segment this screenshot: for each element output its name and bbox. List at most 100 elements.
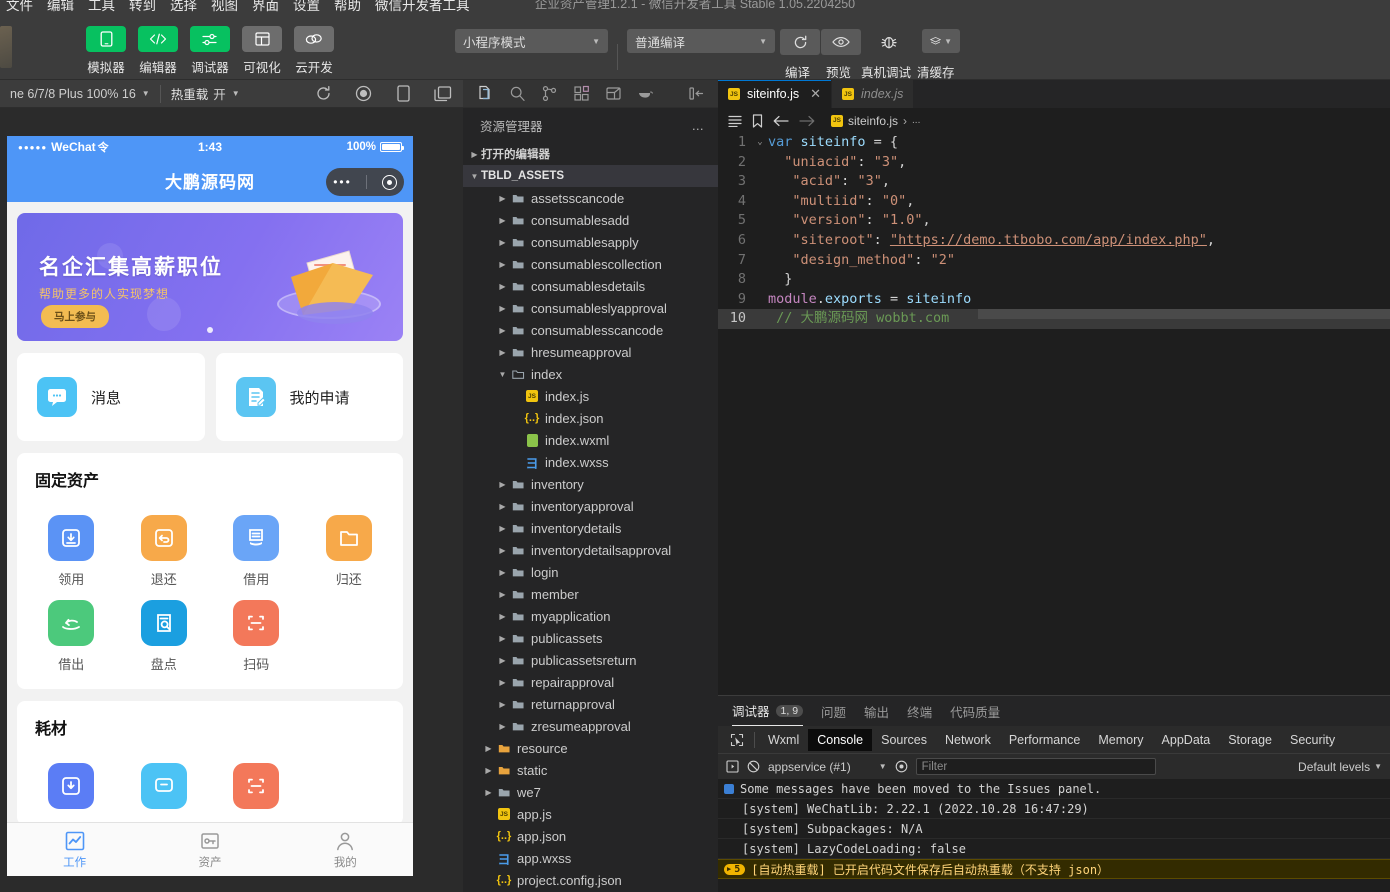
chevron-right-icon[interactable]: ▶ xyxy=(496,480,509,489)
chevron-right-icon[interactable]: ▶ xyxy=(496,260,509,269)
clear-cache-button[interactable]: ▼ xyxy=(922,29,960,53)
console-settings-icon[interactable] xyxy=(895,760,908,773)
devtools-tab-performance[interactable]: Performance xyxy=(1000,729,1090,751)
grid-item-consumable-3[interactable] xyxy=(210,763,303,809)
mode-visual[interactable]: 可视化 xyxy=(236,26,288,76)
fold-toggle-icon[interactable] xyxy=(752,309,768,329)
hot-reload-select[interactable]: 热重载 开 ▼ xyxy=(161,80,250,108)
devtools-tab-wxml[interactable]: Wxml xyxy=(759,729,808,751)
tree-item[interactable]: ▶myapplication xyxy=(463,605,718,627)
tree-item[interactable]: ▶assetsscancode xyxy=(463,187,718,209)
breadcrumb-file[interactable]: siteinfo.js xyxy=(848,114,898,128)
code-line[interactable]: 6 "siteroot": "https://demo.ttbobo.com/a… xyxy=(718,231,1390,251)
chevron-right-icon[interactable]: ▶ xyxy=(496,216,509,225)
tree-item[interactable]: ▶resource xyxy=(463,737,718,759)
grid-item-tuihuan[interactable]: 退还 xyxy=(118,515,211,588)
grid-item-guihuan[interactable]: 归还 xyxy=(303,515,396,588)
devtools-tab-memory[interactable]: Memory xyxy=(1089,729,1152,751)
devtools-tab-console[interactable]: Console xyxy=(808,729,872,751)
tree-item[interactable]: index.wxml xyxy=(463,429,718,451)
code-line[interactable]: 3 "acid": "3", xyxy=(718,172,1390,192)
panel-tab-codequality[interactable]: 代码质量 xyxy=(950,696,1000,726)
devtools-tab-network[interactable]: Network xyxy=(936,729,1000,751)
fold-toggle-icon[interactable]: ⌄ xyxy=(752,133,768,153)
tree-item[interactable]: ▶inventorydetailsapproval xyxy=(463,539,718,561)
panel-tab-terminal[interactable]: 终端 xyxy=(907,696,932,726)
tree-item[interactable]: ▶consumablesdetails xyxy=(463,275,718,297)
tree-item[interactable]: ▶inventory xyxy=(463,473,718,495)
panel-tab-output[interactable]: 输出 xyxy=(864,696,889,726)
grid-item-pandian[interactable]: 盘点 xyxy=(118,600,211,673)
code-editor[interactable]: 1⌄var siteinfo = {2 "uniacid": "3",3 "ac… xyxy=(718,133,1390,695)
tree-item[interactable]: ▶we7 xyxy=(463,781,718,803)
grid-item-consumable-1[interactable] xyxy=(25,763,118,809)
files-icon[interactable] xyxy=(469,80,501,108)
code-line[interactable]: 8 } xyxy=(718,270,1390,290)
tree-item[interactable]: ▶login xyxy=(463,561,718,583)
fold-toggle-icon[interactable] xyxy=(752,172,768,192)
outline-icon[interactable] xyxy=(728,115,742,127)
mode-simulator[interactable]: 模拟器 xyxy=(80,26,132,76)
more-icon[interactable]: ••• xyxy=(333,175,352,189)
console-levels-select[interactable]: Default levels ▼ xyxy=(1298,760,1382,774)
sim-window-button[interactable] xyxy=(423,86,463,102)
mode-debugger[interactable]: 调试器 xyxy=(184,26,236,76)
chevron-right-icon[interactable]: ▶ xyxy=(496,348,509,357)
chevron-right-icon[interactable]: ▶ xyxy=(496,502,509,511)
chevron-right-icon[interactable]: ▶ xyxy=(482,744,495,753)
code-line[interactable]: 5 "version": "1.0", xyxy=(718,211,1390,231)
wechat-capsule[interactable]: ••• xyxy=(326,168,404,196)
console-scrollbar[interactable] xyxy=(1380,696,1390,892)
debug-icon[interactable] xyxy=(597,80,629,108)
tree-item[interactable]: ▶consumableslyapproval xyxy=(463,297,718,319)
chevron-right-icon[interactable]: ▶ xyxy=(496,326,509,335)
chevron-right-icon[interactable]: ▶ xyxy=(496,612,509,621)
user-avatar[interactable] xyxy=(0,26,12,68)
grid-item-lingyong[interactable]: 领用 xyxy=(25,515,118,588)
chevron-right-icon[interactable]: ▶ xyxy=(496,568,509,577)
collapse-sidebar-icon[interactable] xyxy=(680,80,712,108)
compile-button[interactable] xyxy=(780,29,820,55)
tree-item[interactable]: JSapp.js xyxy=(463,803,718,825)
tree-item[interactable]: {..}project.config.json xyxy=(463,869,718,891)
tree-item[interactable]: ▶zresumeapproval xyxy=(463,715,718,737)
inspect-element-icon[interactable] xyxy=(724,733,750,747)
breadcrumb-rest[interactable]: ... xyxy=(912,115,920,126)
editor-tab-index[interactable]: JS index.js xyxy=(832,80,914,108)
chevron-right-icon[interactable]: ▶ xyxy=(496,722,509,731)
code-line[interactable]: 2 "uniacid": "3", xyxy=(718,153,1390,173)
docker-icon[interactable] xyxy=(629,80,661,108)
tree-item[interactable]: ▶consumablesscancode xyxy=(463,319,718,341)
chevron-right-icon[interactable]: ▶ xyxy=(496,678,509,687)
real-device-debug-button[interactable] xyxy=(869,29,909,55)
tree-item[interactable]: ▶publicassets xyxy=(463,627,718,649)
close-icon[interactable]: ✕ xyxy=(810,86,821,102)
banner-indicator[interactable] xyxy=(207,327,213,333)
promo-banner[interactable]: 名企汇集高薪职位 帮助更多的人实现梦想 马上参与 xyxy=(17,213,403,341)
tree-item[interactable]: ▶repairapproval xyxy=(463,671,718,693)
tree-item[interactable]: ▼index xyxy=(463,363,718,385)
warning-badge[interactable]: ▶5 xyxy=(724,864,745,875)
clear-console-icon[interactable] xyxy=(747,760,760,773)
chevron-right-icon[interactable]: ▶ xyxy=(496,238,509,247)
console-filter-input[interactable]: Filter xyxy=(916,758,1156,775)
tree-item[interactable]: {..}app.json xyxy=(463,825,718,847)
mode-cloud[interactable]: 云开发 xyxy=(288,26,340,76)
chevron-right-icon[interactable]: ▶ xyxy=(496,282,509,291)
chevron-right-icon[interactable]: ▶ xyxy=(496,304,509,313)
chevron-right-icon[interactable]: ▶ xyxy=(496,546,509,555)
code-line[interactable]: 9module.exports = siteinfo xyxy=(718,290,1390,310)
devtools-tab-security[interactable]: Security xyxy=(1281,729,1344,751)
extensions-icon[interactable] xyxy=(565,80,597,108)
card-my-application[interactable]: 我的申请 xyxy=(216,353,404,441)
fold-toggle-icon[interactable] xyxy=(752,153,768,173)
preview-button[interactable] xyxy=(821,29,861,55)
grid-item-jieyong[interactable]: 借用 xyxy=(210,515,303,588)
fold-toggle-icon[interactable] xyxy=(752,192,768,212)
chevron-right-icon[interactable]: ▶ xyxy=(496,524,509,533)
fold-toggle-icon[interactable] xyxy=(752,231,768,251)
search-icon[interactable] xyxy=(501,80,533,108)
code-line[interactable]: 1⌄var siteinfo = { xyxy=(718,133,1390,153)
sim-refresh-button[interactable] xyxy=(303,85,343,102)
banner-cta-button[interactable]: 马上参与 xyxy=(41,305,109,328)
